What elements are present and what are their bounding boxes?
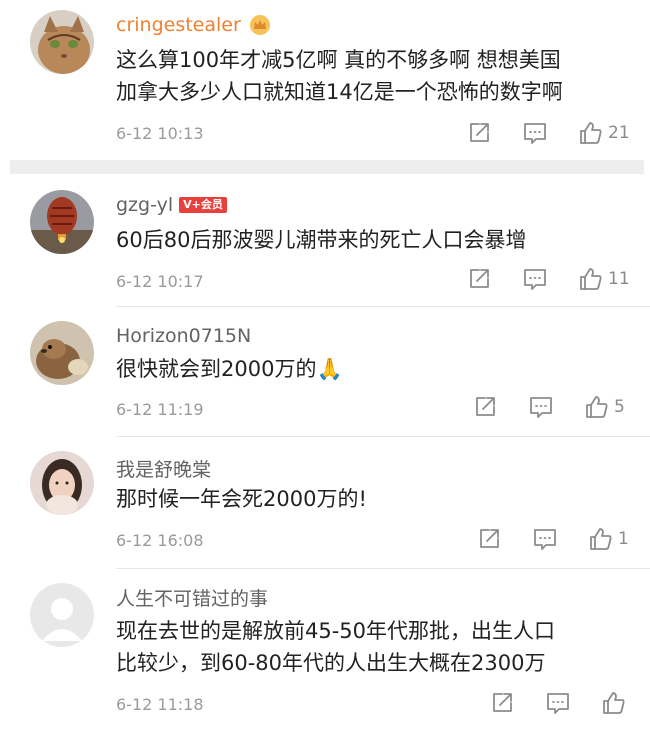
vip-badge: V+会员: [179, 197, 227, 213]
username[interactable]: Horizon0715N: [116, 325, 251, 347]
comment-icon: [524, 269, 546, 290]
thumbs-up-icon: [580, 268, 602, 290]
share-button[interactable]: [472, 394, 498, 420]
comment-item: 人生不可错过的事 现在去世的是解放前45-50年代那批，出生人口 比较少，到60…: [0, 569, 650, 736]
comment-text: 60后80后那波婴儿潮带来的死亡人口会暴增: [116, 224, 526, 256]
comment-line: 那时候一年会死2000万的!: [116, 487, 367, 511]
action-bar: [459, 690, 631, 716]
like-count: 5: [614, 397, 625, 417]
comment-text: 很快就会到2000万的🙏: [116, 353, 343, 385]
timestamp: 6-12 11:19: [116, 400, 204, 419]
timestamp: 6-12 11:18: [116, 695, 204, 714]
like-button[interactable]: [601, 690, 631, 716]
crown-icon: [249, 14, 271, 36]
comment-icon: [547, 693, 569, 714]
share-icon: [476, 397, 495, 416]
comment-button[interactable]: [522, 120, 548, 146]
timestamp: 6-12 10:17: [116, 272, 204, 291]
comment-icon: [534, 529, 556, 550]
comment-button[interactable]: [528, 394, 554, 420]
username-text[interactable]: Horizon0715N: [116, 325, 251, 347]
avatar[interactable]: [30, 583, 94, 647]
comment-line: 加拿大多少人口就知道14亿是一个恐怖的数字啊: [116, 80, 563, 104]
share-button[interactable]: [466, 120, 492, 146]
thumbs-up-icon: [586, 396, 608, 418]
share-icon: [493, 693, 512, 712]
share-button[interactable]: [489, 690, 515, 716]
like-count: 11: [608, 269, 630, 289]
username-text[interactable]: gzg-yl: [116, 194, 173, 216]
like-button[interactable]: 5: [584, 394, 625, 420]
username-text[interactable]: 人生不可错过的事: [116, 584, 268, 611]
share-icon: [470, 269, 489, 288]
avatar[interactable]: [30, 321, 94, 385]
like-button[interactable]: 21: [578, 120, 630, 146]
comment-item: cringestealer 这么算100年才减5亿啊 真的不够多啊 想想美国 加…: [0, 0, 650, 160]
comment-icon: [524, 123, 546, 144]
action-bar: 5: [442, 394, 625, 420]
comment-text: 那时候一年会死2000万的!: [116, 483, 367, 515]
comment-line: 这么算100年才减5亿啊 真的不够多啊 想想美国: [116, 48, 561, 72]
share-icon: [480, 529, 499, 548]
comment-item: Horizon0715N 很快就会到2000万的🙏 6-12 11:19 5: [0, 307, 650, 436]
comment-line: 很快就会到2000万的🙏: [116, 357, 343, 381]
comment-button[interactable]: [532, 526, 558, 552]
username[interactable]: 人生不可错过的事: [116, 584, 268, 611]
username[interactable]: 我是舒晚棠: [116, 455, 211, 482]
comment-line: 现在去世的是解放前45-50年代那批，出生人口: [116, 619, 556, 643]
thumbs-up-icon: [580, 122, 602, 144]
share-button[interactable]: [476, 526, 502, 552]
section-divider: [10, 160, 644, 174]
timestamp: 6-12 16:08: [116, 531, 204, 550]
thumbs-up-icon: [590, 528, 612, 550]
username-text[interactable]: cringestealer: [116, 14, 241, 36]
comment-button[interactable]: [545, 690, 571, 716]
comment-icon: [530, 397, 552, 418]
action-bar: 21: [436, 120, 630, 146]
like-count: 21: [608, 123, 630, 143]
action-bar: 11: [436, 266, 630, 292]
comment-text: 现在去世的是解放前45-50年代那批，出生人口 比较少，到60-80年代的人出生…: [116, 615, 555, 679]
like-count: 1: [618, 529, 629, 549]
username-text[interactable]: 我是舒晚棠: [116, 455, 211, 482]
share-button[interactable]: [466, 266, 492, 292]
comment-line: 60后80后那波婴儿潮带来的死亡人口会暴增: [116, 228, 527, 252]
avatar[interactable]: [30, 10, 94, 74]
like-button[interactable]: 11: [578, 266, 630, 292]
comment-text: 这么算100年才减5亿啊 真的不够多啊 想想美国 加拿大多少人口就知道14亿是一…: [116, 44, 563, 108]
comment-item: gzg-yl V+会员 60后80后那波婴儿潮带来的死亡人口会暴增 6-12 1…: [0, 174, 650, 306]
avatar[interactable]: [30, 190, 94, 254]
avatar[interactable]: [30, 451, 94, 515]
timestamp: 6-12 10:13: [116, 124, 204, 143]
username[interactable]: gzg-yl V+会员: [116, 194, 227, 216]
comment-item: 我是舒晚棠 那时候一年会死2000万的! 6-12 16:08 1: [0, 437, 650, 568]
action-bar: 1: [446, 526, 629, 552]
comment-line: 比较少，到60-80年代的人出生大概在2300万: [116, 651, 546, 675]
thumbs-up-icon: [603, 692, 625, 714]
username[interactable]: cringestealer: [116, 14, 271, 36]
comment-button[interactable]: [522, 266, 548, 292]
share-icon: [470, 123, 489, 142]
like-button[interactable]: 1: [588, 526, 629, 552]
